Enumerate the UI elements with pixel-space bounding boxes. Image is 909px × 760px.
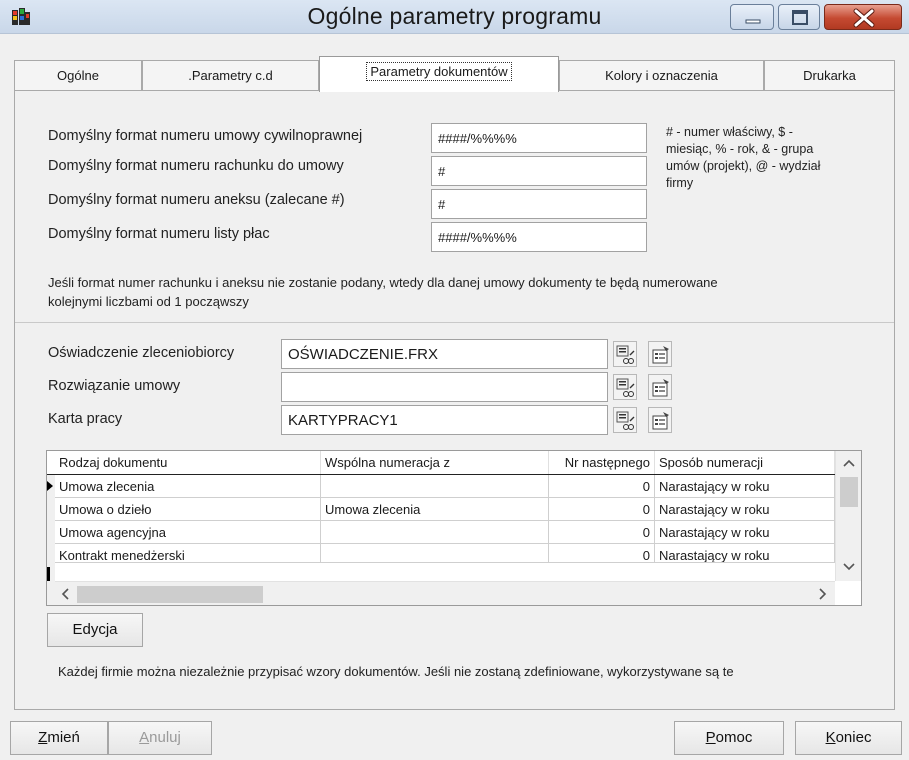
tab-printer[interactable]: Drukarka	[764, 60, 895, 90]
legend-line: miesiąc, % - rok, & - grupa	[666, 142, 814, 156]
tab-label: .Parametry c.d	[188, 68, 273, 83]
end-button[interactable]: Koniec	[795, 721, 902, 755]
tab-general[interactable]: Ogólne	[14, 60, 142, 90]
grid-cell-mode[interactable]: Narastający w roku	[655, 544, 835, 563]
grid-cell-next[interactable]: 0	[549, 521, 655, 544]
grid-cell-shared[interactable]	[321, 521, 549, 544]
horizontal-scroll-thumb[interactable]	[77, 586, 263, 603]
design-template-icon	[616, 378, 635, 397]
template-properties-button-timesheet[interactable]	[648, 407, 672, 433]
end-button-accel: K	[825, 729, 836, 746]
tab-label: Parametry dokumentów	[366, 62, 512, 81]
template-properties-button-statement[interactable]	[648, 341, 672, 367]
maximize-icon	[792, 10, 808, 25]
tab-label: Drukarka	[803, 68, 856, 83]
design-template-icon	[616, 345, 635, 364]
design-template-icon	[616, 411, 635, 430]
properties-icon	[652, 412, 669, 430]
scroll-right-icon[interactable]	[819, 588, 827, 600]
grid-cell-mode[interactable]: Narastający w roku	[655, 498, 835, 521]
annex-format-input[interactable]: #	[431, 189, 647, 219]
contract-format-input[interactable]: ####/%%%%	[431, 123, 647, 153]
grid-cell-next[interactable]: 0	[549, 475, 655, 498]
tab-label: Kolory i oznaczenia	[605, 68, 718, 83]
grid-horizontal-scrollbar[interactable]	[55, 581, 835, 605]
grid-cell-type[interactable]: Umowa zlecenia	[55, 475, 321, 498]
close-button[interactable]	[824, 4, 902, 30]
grid-cell-shared[interactable]	[321, 475, 549, 498]
bill-format-label: Domyślny format numeru rachunku do umowy	[48, 158, 344, 174]
template-properties-button-termination[interactable]	[648, 374, 672, 400]
cancel-button-accel: A	[139, 729, 150, 746]
minimize-icon	[745, 19, 761, 24]
format-legend: # - numer właściwy, $ - miesiąc, % - rok…	[666, 124, 876, 192]
grid-header-next[interactable]: Nr następnego	[549, 451, 655, 474]
template-input-timesheet[interactable]: KARTYPRACY1	[281, 405, 608, 435]
tab-parameters-cont[interactable]: .Parametry c.d	[142, 60, 319, 90]
tab-document-parameters[interactable]: Parametry dokumentów	[319, 56, 559, 92]
row-indicator-mark	[47, 567, 50, 581]
grid-cell-shared[interactable]: Umowa zlecenia	[321, 498, 549, 521]
grid-cell-mode[interactable]: Narastający w roku	[655, 521, 835, 544]
template-select-button-timesheet[interactable]	[613, 407, 637, 433]
end-button-label: oniec	[835, 729, 872, 746]
payroll-format-input[interactable]: ####/%%%%	[431, 222, 647, 252]
note-line: Jeśli format numer rachunku i aneksu nie…	[48, 275, 718, 290]
grid-cell-shared[interactable]	[321, 544, 549, 563]
annex-format-label: Domyślny format numeru aneksu (zalecane …	[48, 192, 345, 208]
grid-cell-type[interactable]: Umowa agencyjna	[55, 521, 321, 544]
grid-header-mode[interactable]: Sposób numeracji	[655, 451, 835, 474]
properties-icon	[652, 379, 669, 397]
legend-line: umów (projekt), @ - wydział	[666, 159, 821, 173]
template-select-button-statement[interactable]	[613, 341, 637, 367]
grid-header-type[interactable]: Rodzaj dokumentu	[55, 451, 321, 474]
change-button-label: mień	[47, 729, 80, 746]
properties-icon	[652, 346, 669, 364]
grid-cell-type[interactable]: Kontrakt menedżerski	[55, 544, 321, 563]
bill-format-input[interactable]: #	[431, 156, 647, 186]
template-label-termination: Rozwiązanie umowy	[48, 378, 181, 394]
grid-corner	[47, 581, 55, 605]
change-button[interactable]: Zmień	[10, 721, 108, 755]
current-row-arrow-icon	[47, 481, 53, 491]
minimize-button[interactable]	[730, 4, 774, 30]
close-icon	[853, 8, 875, 28]
note-line: kolejnymi liczbami od 1 począwszy	[48, 294, 249, 309]
grid-cell-next[interactable]: 0	[549, 498, 655, 521]
maximize-button[interactable]	[778, 4, 820, 30]
grid-cell-next[interactable]: 0	[549, 544, 655, 563]
help-button-accel: P	[705, 729, 716, 746]
section-divider	[15, 322, 894, 323]
templates-note: Każdej firmie można niezależnie przypisa…	[58, 664, 734, 679]
tab-label: Ogólne	[57, 68, 99, 83]
help-button[interactable]: Pomoc	[674, 721, 784, 755]
cancel-button-label: nuluj	[149, 729, 181, 746]
change-button-accel: Z	[38, 729, 48, 746]
template-input-termination[interactable]	[281, 372, 608, 402]
document-types-grid[interactable]: Rodzaj dokumentu Wspólna numeracja z Nr …	[46, 450, 862, 606]
grid-header-shared[interactable]: Wspólna numeracja z	[321, 451, 549, 474]
template-label-timesheet: Karta pracy	[48, 411, 123, 427]
scroll-left-icon[interactable]	[61, 588, 69, 600]
grid-vertical-scrollbar[interactable]	[835, 451, 861, 581]
scroll-down-icon[interactable]	[843, 563, 855, 571]
payroll-format-label: Domyślny format numeru listy płac	[48, 226, 270, 242]
cancel-button[interactable]: Anuluj	[108, 721, 212, 755]
tab-colors-markings[interactable]: Kolory i oznaczenia	[559, 60, 764, 90]
edit-button[interactable]: Edycja	[47, 613, 143, 647]
legend-line: # - numer właściwy, $ -	[666, 125, 793, 139]
legend-line: firmy	[666, 176, 694, 190]
contract-format-label: Domyślny format numeru umowy cywilnopraw…	[48, 128, 363, 144]
template-input-statement[interactable]: OŚWIADCZENIE.FRX	[281, 339, 608, 369]
template-label-statement: Oświadczenie zleceniobiorcy	[48, 345, 235, 361]
template-select-button-termination[interactable]	[613, 374, 637, 400]
scroll-up-icon[interactable]	[843, 459, 855, 467]
help-button-label: omoc	[715, 729, 753, 746]
format-note: Jeśli format numer rachunku i aneksu nie…	[48, 273, 878, 311]
grid-cell-type[interactable]: Umowa o dzieło	[55, 498, 321, 521]
grid-cell-mode[interactable]: Narastający w roku	[655, 475, 835, 498]
vertical-scroll-thumb[interactable]	[840, 477, 858, 507]
